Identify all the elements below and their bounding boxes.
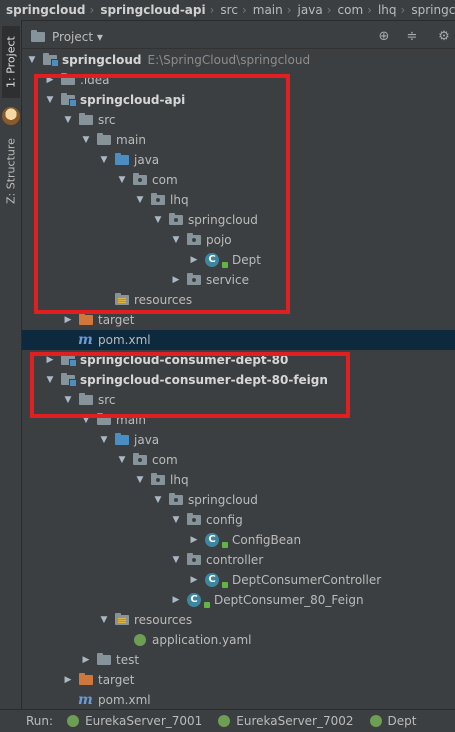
tree-row[interactable]: ▼ java bbox=[22, 430, 455, 450]
tree-item-label: pom.xml bbox=[98, 333, 151, 347]
tree-row[interactable]: ▶ C DeptConsumer_80_Feign bbox=[22, 590, 455, 610]
tree-item-label: springcloud bbox=[188, 493, 258, 507]
run-tab-eureka-7001[interactable]: EurekaServer_7001 bbox=[59, 714, 210, 728]
tree-item-label: lhq bbox=[170, 473, 189, 487]
collapse-icon[interactable]: ≑ bbox=[404, 29, 420, 45]
expand-arrow-icon[interactable]: ▼ bbox=[170, 554, 182, 566]
maven-icon: m bbox=[78, 332, 93, 348]
source-folder-icon bbox=[114, 432, 130, 448]
package-icon bbox=[132, 452, 148, 468]
breadcrumb-item[interactable]: java bbox=[292, 3, 327, 17]
tree-item-label: java bbox=[134, 433, 160, 447]
tree-row[interactable]: ▼ springcloud bbox=[22, 490, 455, 510]
tool-window-strip: 1: Project Z: Structure bbox=[0, 20, 22, 710]
collapse-arrow-icon[interactable]: ▶ bbox=[80, 654, 92, 666]
target-folder-icon bbox=[78, 312, 94, 328]
tree-row[interactable]: ▼ resources bbox=[22, 610, 455, 630]
tree-item-label: springcloud bbox=[62, 53, 142, 67]
breadcrumb-item[interactable]: src bbox=[214, 3, 242, 17]
tree-item-label: DeptConsumerController bbox=[232, 573, 382, 587]
package-icon bbox=[150, 472, 166, 488]
tree-item-label: ConfigBean bbox=[232, 533, 302, 547]
package-icon bbox=[168, 492, 184, 508]
tree-item-label: target bbox=[98, 313, 135, 327]
tree-item-label: application.yaml bbox=[152, 633, 252, 647]
tree-item-label: pom.xml bbox=[98, 693, 151, 707]
spring-boot-icon bbox=[218, 715, 231, 727]
tree-row[interactable]: ▶application.yaml bbox=[22, 630, 455, 650]
tree-row[interactable]: ▼ com bbox=[22, 450, 455, 470]
maven-icon: m bbox=[78, 692, 93, 708]
spring-boot-icon bbox=[67, 715, 80, 727]
tree-item-label: DeptConsumer_80_Feign bbox=[214, 593, 364, 607]
expand-arrow-icon[interactable]: ▼ bbox=[26, 54, 38, 66]
class-icon: C bbox=[204, 532, 228, 548]
project-view-selector[interactable]: Project ▾ bbox=[52, 30, 103, 44]
tree-item-label: config bbox=[206, 513, 243, 527]
expand-arrow-icon[interactable]: ▼ bbox=[152, 494, 164, 506]
breadcrumb-item[interactable]: com bbox=[332, 3, 368, 17]
breadcrumb-item[interactable]: springclo bbox=[405, 3, 455, 17]
collapse-arrow-icon[interactable]: ▶ bbox=[188, 574, 200, 586]
run-tab-eureka-7002[interactable]: EurekaServer_7002 bbox=[210, 714, 361, 728]
tree-row[interactable]: ▼ config bbox=[22, 510, 455, 530]
project-path: E:\SpringCloud\springcloud bbox=[147, 53, 311, 67]
spring-boot-icon bbox=[369, 715, 382, 727]
collapse-arrow-icon[interactable]: ▶ bbox=[188, 534, 200, 546]
tree-item-label: test bbox=[116, 653, 140, 667]
tree-row[interactable]: ▶mpom.xml bbox=[22, 330, 455, 350]
project-panel-header: Project ▾ ⊕ ≑ ⚙ bbox=[22, 26, 455, 49]
package-icon bbox=[186, 512, 202, 528]
tree-row[interactable]: ▶ C ConfigBean bbox=[22, 530, 455, 550]
highlight-box-api bbox=[34, 74, 290, 314]
yaml-icon bbox=[132, 632, 148, 648]
highlight-box-feign bbox=[30, 352, 350, 418]
tree-row[interactable]: ▶ target bbox=[22, 670, 455, 690]
breadcrumb-item[interactable]: springcloud-api bbox=[94, 3, 209, 17]
expand-arrow-icon[interactable]: ▼ bbox=[98, 434, 110, 446]
tree-row[interactable]: ▼ springcloud E:\SpringCloud\springcloud bbox=[22, 50, 455, 70]
gear-icon[interactable]: ⚙ bbox=[436, 29, 452, 45]
avatar bbox=[2, 107, 20, 125]
run-bar: Run: EurekaServer_7001 EurekaServer_7002… bbox=[0, 709, 455, 732]
collapse-arrow-icon[interactable]: ▶ bbox=[62, 674, 74, 686]
breadcrumb: springcloud › springcloud-api › src › main › jav… bbox=[0, 0, 455, 21]
run-tab-dept[interactable]: Dept bbox=[362, 714, 425, 728]
breadcrumb-item[interactable]: springcloud bbox=[0, 3, 90, 17]
module-folder-icon bbox=[42, 52, 59, 68]
tree-item-label: controller bbox=[206, 553, 264, 567]
expand-arrow-icon[interactable]: ▼ bbox=[170, 514, 182, 526]
project-view-icon bbox=[30, 29, 46, 45]
tree-row[interactable]: ▼ controller bbox=[22, 550, 455, 570]
crosshair-icon[interactable]: ⊕ bbox=[376, 29, 392, 45]
collapse-arrow-icon[interactable]: ▶ bbox=[62, 314, 74, 326]
expand-arrow-icon[interactable]: ▼ bbox=[134, 474, 146, 486]
tree-item-label: resources bbox=[134, 613, 193, 627]
spring-class-icon: C bbox=[186, 592, 210, 608]
collapse-arrow-icon[interactable]: ▶ bbox=[170, 594, 182, 606]
folder-icon bbox=[96, 652, 112, 668]
expand-arrow-icon[interactable]: ▼ bbox=[98, 614, 110, 626]
breadcrumb-item[interactable]: lhq bbox=[372, 3, 401, 17]
tab-project[interactable]: 1: Project bbox=[2, 26, 20, 98]
target-folder-icon bbox=[78, 672, 94, 688]
breadcrumb-item[interactable]: main bbox=[247, 3, 287, 17]
expand-arrow-icon[interactable]: ▼ bbox=[116, 454, 128, 466]
tab-structure[interactable]: Z: Structure bbox=[2, 132, 20, 210]
package-icon bbox=[186, 552, 202, 568]
tree-row[interactable]: ▶ test bbox=[22, 650, 455, 670]
class-icon: C bbox=[204, 572, 228, 588]
tree-row[interactable]: ▶ C DeptConsumerController bbox=[22, 570, 455, 590]
tree-row[interactable]: ▼ lhq bbox=[22, 470, 455, 490]
tree-item-label: com bbox=[152, 453, 178, 467]
tree-item-label: target bbox=[98, 673, 135, 687]
resources-folder-icon bbox=[114, 612, 130, 628]
tree-row[interactable]: ▶mpom.xml bbox=[22, 690, 455, 710]
run-label: Run: bbox=[26, 714, 54, 728]
